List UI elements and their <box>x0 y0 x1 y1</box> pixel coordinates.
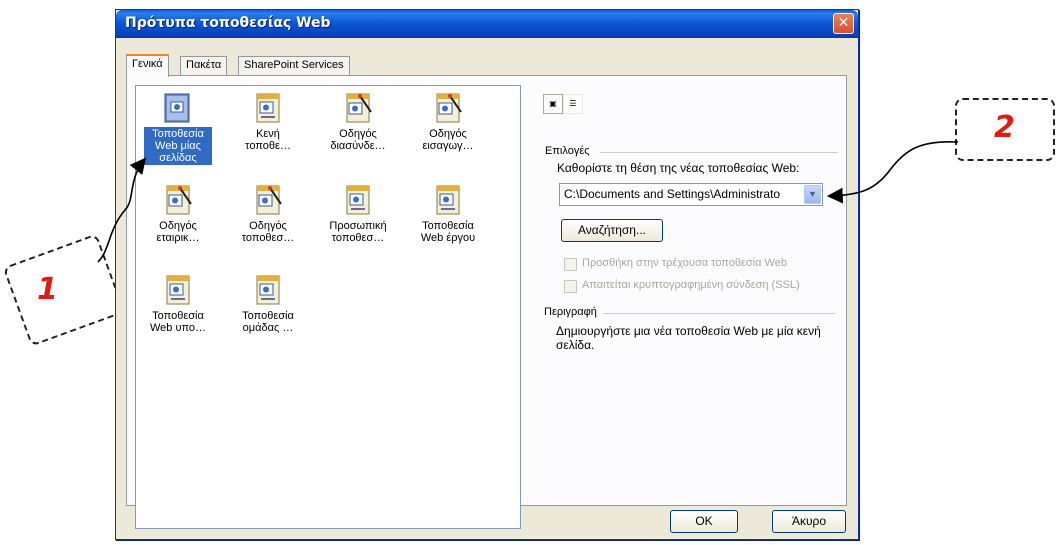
arrow-1 <box>97 157 146 263</box>
arrow-2 <box>826 140 959 204</box>
tab-general[interactable]: Γενικά <box>126 54 169 77</box>
annotation-arrows <box>97 140 959 263</box>
